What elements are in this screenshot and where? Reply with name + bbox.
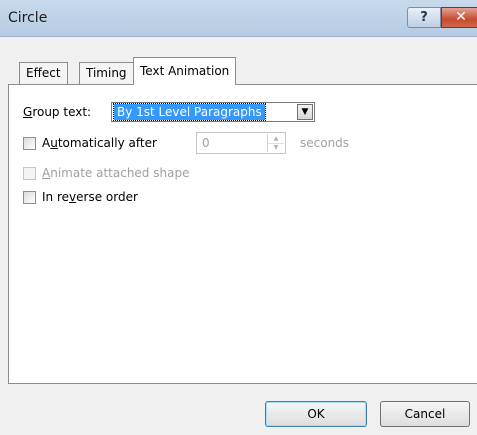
animate-shape-label: Animate attached shape (42, 166, 190, 180)
group-text-label: Group text: (23, 105, 92, 119)
auto-after-label[interactable]: Automatically after (42, 136, 157, 150)
help-button[interactable]: ? (407, 7, 441, 28)
text-animation-panel (8, 84, 477, 384)
tab-timing[interactable]: Timing (79, 62, 134, 84)
seconds-spinner[interactable]: 0 ▲ ▼ (196, 132, 286, 154)
close-button[interactable]: ✕ (441, 7, 477, 28)
spin-down-icon[interactable]: ▼ (268, 143, 284, 152)
ok-button[interactable]: OK (265, 401, 367, 427)
window-title: Circle (8, 10, 48, 26)
spinner-buttons: ▲ ▼ (267, 134, 284, 152)
chevron-down-icon[interactable]: ▼ (297, 104, 313, 120)
animate-shape-checkbox[interactable] (23, 167, 36, 180)
tab-effect[interactable]: Effect (19, 62, 68, 84)
group-text-value: By 1st Level Paragraphs (113, 103, 266, 121)
seconds-unit-label: seconds (300, 136, 350, 150)
seconds-value: 0 (202, 136, 210, 150)
cancel-button[interactable]: Cancel (380, 401, 470, 427)
tab-text-animation[interactable]: Text Animation (133, 57, 237, 85)
group-text-dropdown[interactable]: By 1st Level Paragraphs ▼ (111, 102, 315, 122)
reverse-order-checkbox[interactable] (23, 191, 36, 204)
title-bar: Circle ? ✕ (0, 0, 477, 37)
auto-after-checkbox[interactable] (23, 137, 36, 150)
reverse-order-label[interactable]: In reverse order (42, 190, 138, 204)
